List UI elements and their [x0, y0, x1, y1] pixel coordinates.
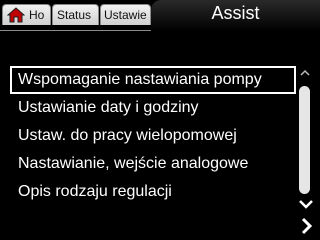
tab-status[interactable]: Status [52, 4, 99, 25]
tab-bar: Ho Status Ustawie Assist [0, 0, 320, 31]
menu-item-control-mode[interactable]: Opis rodzaju regulacji [10, 178, 296, 206]
menu-item-date-time[interactable]: Ustawianie daty i godziny [10, 94, 296, 122]
tab-assist-title: Assist [211, 3, 260, 23]
assist-menu: Wspomaganie nastawiania pompy Ustawianie… [10, 66, 296, 206]
scrollbar-thumb[interactable] [299, 86, 310, 194]
home-icon [7, 7, 25, 23]
tab-divider [0, 30, 151, 31]
tab-home[interactable]: Ho [2, 4, 51, 25]
menu-item-multipump[interactable]: Ustaw. do pracy wielopomowej [10, 122, 296, 150]
chevron-down-icon[interactable] [298, 198, 314, 210]
tab-assist[interactable]: Assist [151, 0, 320, 31]
tab-home-label: Ho [29, 8, 45, 22]
menu-item-analog-input[interactable]: Nastawianie, wejście analogowe [10, 150, 296, 178]
chevron-up-icon[interactable] [300, 68, 310, 78]
chevron-right-icon[interactable] [300, 217, 312, 235]
menu-item-pump-setup[interactable]: Wspomaganie nastawiania pompy [10, 66, 296, 94]
tab-settings[interactable]: Ustawie [100, 4, 151, 25]
